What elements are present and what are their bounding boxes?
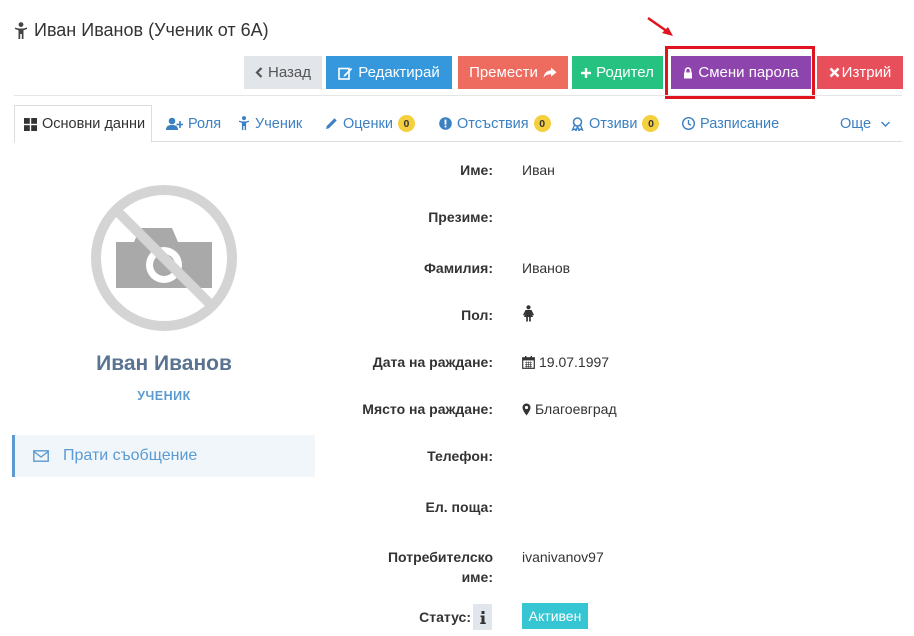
tab-schedule[interactable]: Разписание [682, 105, 779, 142]
calendar-icon [522, 355, 535, 369]
birth-date-value: 19.07.1997 [522, 352, 609, 372]
email-label: Ел. поща: [425, 499, 493, 515]
send-message-link[interactable]: Прати съобщение [12, 435, 315, 477]
profile-tabs: Основни данни Роля Ученик Оценки 0 Отсъс… [14, 105, 902, 143]
last-name-label: Фамилия: [423, 260, 493, 276]
tab-label: Разписание [700, 115, 780, 132]
tab-grades[interactable]: Оценки 0 [325, 105, 415, 142]
map-marker-icon [522, 403, 531, 415]
tab-label: Роля [188, 115, 222, 132]
gender-label: Пол: [461, 307, 493, 323]
page-title: Иван Иванов (Ученик от 6А) [14, 20, 269, 41]
edit-button[interactable]: Редактирай [326, 56, 452, 89]
change-password-label: Смени парола [698, 64, 799, 81]
tab-label: Още [840, 115, 872, 132]
add-parent-label: Родител [596, 64, 654, 81]
user-plus-icon [166, 117, 183, 130]
username-value: ivanivanov97 [522, 549, 604, 565]
gender-value [522, 305, 535, 322]
username-label-line1: Потребителско [387, 549, 493, 565]
username-label: Потребителско име: [388, 547, 493, 587]
middle-name-label: Презиме: [428, 209, 493, 225]
birth-date-text: 19.07.1997 [539, 354, 610, 370]
chevron-down-icon [881, 121, 891, 127]
tab-basic-data[interactable]: Основни данни [14, 105, 153, 143]
birth-date-label: Дата на раждане: [372, 354, 493, 370]
lock-icon [684, 66, 693, 78]
close-icon [829, 67, 840, 78]
last-name-value: Иванов [522, 260, 571, 276]
add-parent-button[interactable]: Родител [572, 56, 663, 89]
phone-label: Телефон: [427, 448, 493, 464]
share-arrow-icon [543, 67, 557, 78]
birth-place-label: Място на раждане: [362, 401, 493, 417]
back-button[interactable]: Назад [244, 56, 322, 89]
status-label: Статус: [419, 609, 471, 625]
tab-label: Отсъствия [457, 115, 529, 132]
delete-label: Изтрий [841, 64, 892, 81]
award-icon [571, 116, 584, 131]
move-label: Премести [469, 64, 538, 81]
send-message-label: Прати съобщение [63, 447, 198, 464]
first-name-label: Име: [460, 162, 493, 178]
annotation-arrow-icon [647, 16, 673, 36]
divider [14, 95, 902, 96]
tab-reviews[interactable]: Отзиви 0 [571, 105, 660, 142]
back-label: Назад [268, 64, 311, 81]
exclamation-circle-icon [439, 117, 452, 130]
tab-student[interactable]: Ученик [238, 105, 302, 142]
child-icon [14, 21, 28, 40]
tab-more[interactable]: Още [840, 105, 891, 142]
info-icon [479, 610, 486, 624]
tab-role[interactable]: Роля [166, 105, 221, 142]
birth-place-value: Благоевград [522, 399, 617, 419]
grid-icon [24, 117, 37, 131]
no-photo-avatar [91, 185, 237, 331]
edit-icon [338, 67, 353, 80]
envelope-icon [33, 450, 49, 462]
plus-icon [581, 67, 592, 78]
tab-label: Основни данни [42, 116, 146, 132]
first-name-value: Иван [522, 162, 555, 178]
pencil-icon [326, 118, 337, 129]
tab-absences[interactable]: Отсъствия 0 [439, 105, 551, 142]
tab-label: Отзиви [589, 115, 638, 132]
clock-icon [682, 117, 695, 130]
username-label-line2: име: [461, 569, 493, 585]
child-icon [239, 116, 249, 131]
female-icon [523, 305, 534, 322]
edit-label: Редактирай [358, 64, 440, 81]
absences-count-badge: 0 [533, 115, 551, 132]
profile-role: УЧЕНИК [137, 389, 191, 403]
status-info-button[interactable] [473, 604, 492, 630]
status-badge: Активен [522, 603, 588, 629]
change-password-button[interactable]: Смени парола [671, 56, 811, 89]
page-title-text: Иван Иванов (Ученик от 6А) [34, 20, 269, 40]
tab-label: Ученик [255, 115, 303, 132]
profile-name: Иван Иванов [96, 352, 232, 375]
delete-button[interactable]: Изтрий [817, 56, 903, 89]
move-button[interactable]: Премести [458, 56, 568, 89]
tab-label: Оценки [343, 115, 393, 132]
reviews-count-badge: 0 [642, 115, 660, 132]
birth-place-text: Благоевград [535, 401, 617, 417]
grades-count-badge: 0 [397, 115, 415, 132]
chevron-left-icon [255, 67, 263, 78]
